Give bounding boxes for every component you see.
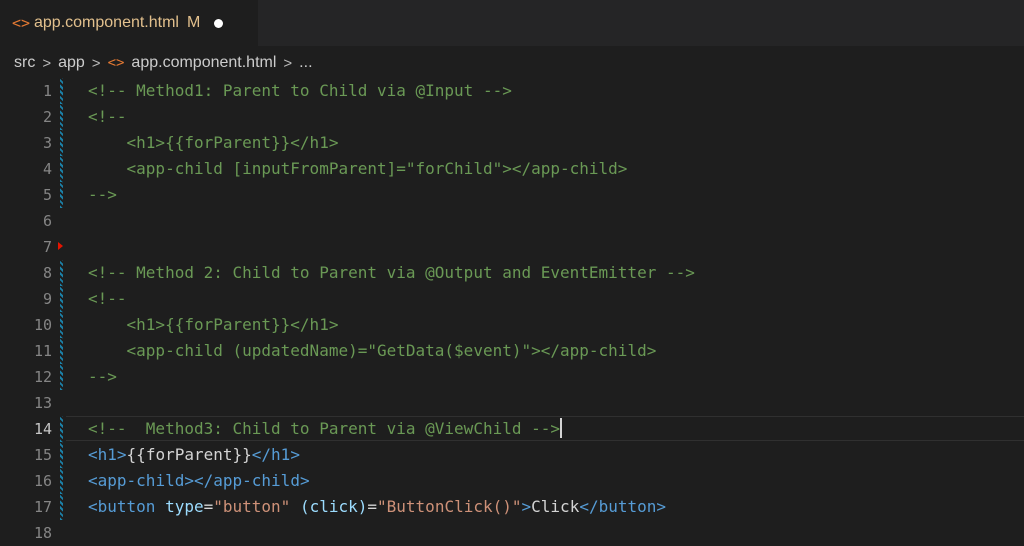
breadcrumb-symbols[interactable]: ... <box>299 54 312 72</box>
line-number: 17 <box>33 498 52 516</box>
code-line-7[interactable]: 7 <box>0 234 1024 260</box>
line-number: 16 <box>33 472 52 490</box>
gutter-modified-marker[interactable] <box>60 182 63 208</box>
code-line-14[interactable]: 14 <!-- Method3: Child to Parent via @Vie… <box>0 416 1024 442</box>
chevron-right-icon: > <box>283 54 293 72</box>
code-text: <!-- Method 2: Child to Parent via @Outp… <box>88 263 695 282</box>
gutter-modified-marker[interactable] <box>60 78 63 104</box>
gutter-modified-marker[interactable] <box>60 260 63 286</box>
line-number: 3 <box>42 134 52 152</box>
chevron-right-icon: > <box>42 54 52 72</box>
line-number: 13 <box>33 394 52 412</box>
line-number: 5 <box>42 186 52 204</box>
gutter-modified-marker[interactable] <box>60 468 63 494</box>
line-number: 11 <box>33 342 52 360</box>
code-text: --> <box>88 185 117 204</box>
line-number: 1 <box>42 82 52 100</box>
code-line-16[interactable]: 16 <app-child></app-child> <box>0 468 1024 494</box>
modified-badge: M <box>186 14 201 31</box>
code-line-3[interactable]: 3 <h1>{{forParent}}</h1> <box>0 130 1024 156</box>
chevron-right-icon: > <box>91 54 101 72</box>
code-text: <app-child></app-child> <box>88 471 310 490</box>
angle-brackets-icon: <> <box>107 55 125 71</box>
tab-bar: <> app.component.html M <box>0 0 1024 46</box>
code-line-5[interactable]: 5 --> <box>0 182 1024 208</box>
code-line-11[interactable]: 11 <app-child (updatedName)="GetData($ev… <box>0 338 1024 364</box>
line-number: 12 <box>33 368 52 386</box>
gutter-modified-marker[interactable] <box>60 286 63 312</box>
code-line-15[interactable]: 15 <h1>{{forParent}}</h1> <box>0 442 1024 468</box>
code-editor[interactable]: 1 <!-- Method1: Parent to Child via @Inpu… <box>0 78 1024 544</box>
code-text: <h1>{{forParent}}</h1> <box>88 315 339 334</box>
code-text: <!-- <box>88 107 127 126</box>
line-number: 2 <box>42 108 52 126</box>
gutter-modified-marker[interactable] <box>60 338 63 364</box>
code-text: <!-- <box>88 289 127 308</box>
code-line-13[interactable]: 13 <box>0 390 1024 416</box>
code-text: <app-child (updatedName)="GetData($event… <box>88 341 657 360</box>
unsaved-dot-icon[interactable] <box>214 18 224 28</box>
line-number: 9 <box>42 290 52 308</box>
breadcrumb-app[interactable]: app <box>58 54 85 72</box>
line-number: 14 <box>33 420 52 438</box>
line-number: 7 <box>42 238 52 256</box>
code-text: <h1>{{forParent}}</h1> <box>88 133 339 152</box>
code-text: <app-child [inputFromParent]="forChild">… <box>88 159 628 178</box>
gutter-modified-marker[interactable] <box>60 442 63 468</box>
gutter-modified-marker[interactable] <box>60 104 63 130</box>
gutter-modified-marker[interactable] <box>60 130 63 156</box>
gutter-modified-marker[interactable] <box>60 364 63 390</box>
line-number: 8 <box>42 264 52 282</box>
gutter-modified-marker[interactable] <box>60 494 63 520</box>
code-text: <h1>{{forParent}}</h1> <box>88 445 300 464</box>
code-line-6[interactable]: 6 <box>0 208 1024 234</box>
gutter-modified-marker[interactable] <box>60 156 63 182</box>
gutter-modified-marker[interactable] <box>60 312 63 338</box>
tab-app-component-html[interactable]: <> app.component.html M <box>0 0 258 46</box>
gutter-deleted-marker-icon[interactable] <box>58 242 63 250</box>
line-number: 6 <box>42 212 52 230</box>
angle-brackets-icon: <> <box>12 14 31 32</box>
line-number: 18 <box>33 524 52 542</box>
text-cursor <box>560 418 563 438</box>
code-line-9[interactable]: 9 <!-- <box>0 286 1024 312</box>
code-line-4[interactable]: 4 <app-child [inputFromParent]="forChild… <box>0 156 1024 182</box>
breadcrumb-src[interactable]: src <box>14 54 35 72</box>
breadcrumb: src > app > <> app.component.html > ... <box>0 46 1024 80</box>
code-text: <!-- Method1: Parent to Child via @Input… <box>88 81 512 100</box>
code-line-12[interactable]: 12 --> <box>0 364 1024 390</box>
breadcrumb-file[interactable]: app.component.html <box>131 54 276 72</box>
code-text: <button type="button" (click)="ButtonCli… <box>88 497 667 516</box>
line-number: 15 <box>33 446 52 464</box>
code-line-10[interactable]: 10 <h1>{{forParent}}</h1> <box>0 312 1024 338</box>
code-text: --> <box>88 367 117 386</box>
code-line-18[interactable]: 18 <box>0 520 1024 546</box>
code-line-17[interactable]: 17 <button type="button" (click)="ButtonC… <box>0 494 1024 520</box>
code-line-8[interactable]: 8 <!-- Method 2: Child to Parent via @Out… <box>0 260 1024 286</box>
line-number: 4 <box>42 160 52 178</box>
code-text: <!-- Method3: Child to Parent via @ViewC… <box>88 418 563 438</box>
line-number: 10 <box>33 316 52 334</box>
code-line-2[interactable]: 2 <!-- <box>0 104 1024 130</box>
gutter-modified-marker[interactable] <box>60 416 63 442</box>
tab-label: app.component.html <box>34 14 179 31</box>
code-line-1[interactable]: 1 <!-- Method1: Parent to Child via @Inpu… <box>0 78 1024 104</box>
